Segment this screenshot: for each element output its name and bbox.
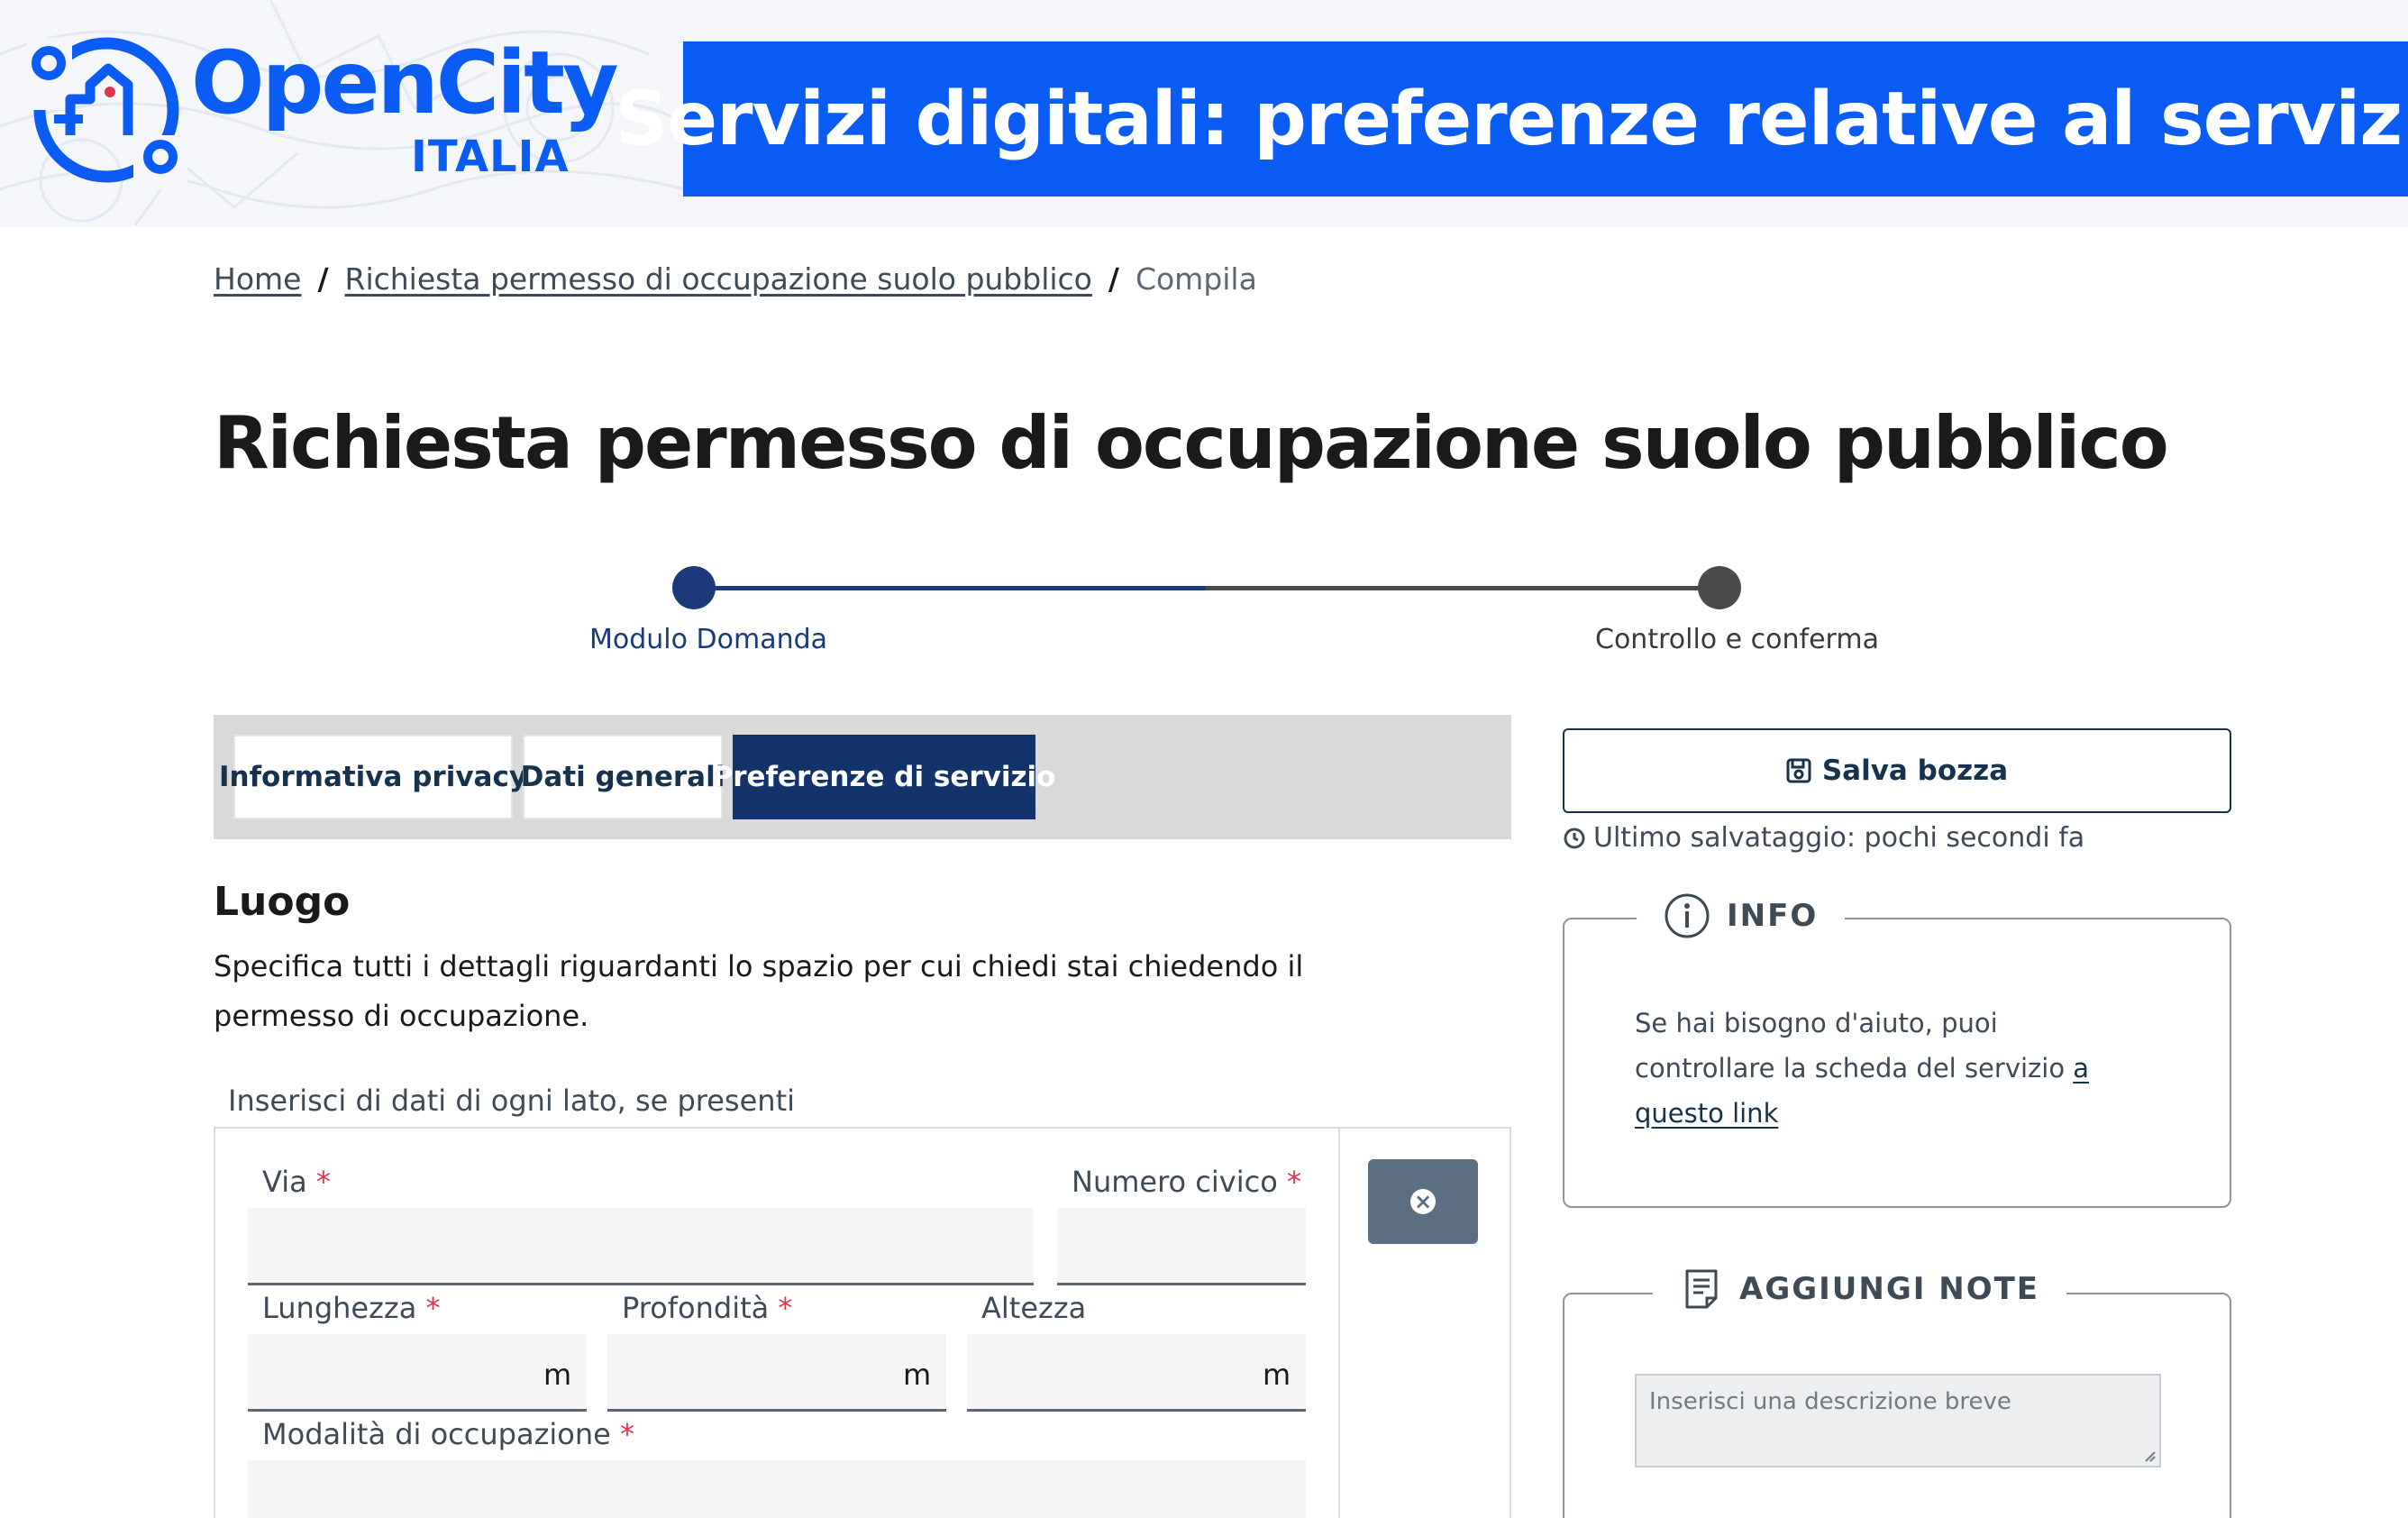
fieldset-legend: Inserisci di dati di ogni lato, se prese… — [228, 1084, 795, 1118]
notes-card-title: AGGIUNGI NOTE — [1739, 1271, 2040, 1307]
info-card-text: Se hai bisogno d'aiuto, puoi controllare… — [1635, 1001, 2139, 1136]
profondita-label-text: Profondità — [622, 1291, 770, 1325]
logo-wordmark: OpenCity — [191, 32, 619, 133]
info-card: INFO Se hai bisogno d'aiuto, puoi contro… — [1563, 892, 2231, 1208]
via-input[interactable] — [248, 1208, 1034, 1285]
notes-placeholder: Inserisci una descrizione breve — [1649, 1388, 2011, 1415]
lunghezza-label-text: Lunghezza — [262, 1291, 417, 1325]
modalita-input[interactable] — [248, 1460, 1306, 1518]
stepper-line-completed — [694, 586, 1206, 590]
breadcrumb-service-link[interactable]: Richiesta permesso di occupazione suolo … — [345, 261, 1092, 297]
note-icon — [1685, 1269, 1718, 1309]
notes-card: AGGIUNGI NOTE Inserisci una descrizione … — [1563, 1267, 2231, 1518]
numero-civico-label: Numero civico * — [1072, 1165, 1301, 1199]
fieldset-divider — [1338, 1129, 1340, 1518]
profondita-label: Profondità * — [622, 1291, 792, 1325]
floppy-disk-icon — [1786, 758, 1811, 783]
save-status: Ultimo salvataggio: pochi secondi fa — [1563, 822, 2084, 854]
page-title: Richiesta permesso di occupazione suolo … — [214, 401, 2169, 485]
tab-dati-generali[interactable]: Dati generali — [521, 735, 725, 819]
remove-row-button[interactable]: × — [1368, 1159, 1478, 1244]
logo-subtitle: ITALIA — [411, 132, 570, 182]
altezza-label: Altezza — [981, 1291, 1086, 1325]
section-description: Specifica tutti i dettagli riguardanti l… — [214, 949, 1304, 1033]
step-label-modulo-domanda: Modulo Domanda — [589, 624, 828, 655]
required-marker: * — [315, 1165, 331, 1199]
breadcrumb-separator: / — [1108, 261, 1119, 297]
step-label-controllo-conferma: Controllo e conferma — [1595, 624, 1879, 655]
modalita-label: Modalità di occupazione * — [262, 1417, 634, 1451]
altezza-unit: m — [1263, 1358, 1291, 1392]
notes-card-header: AGGIUNGI NOTE — [1653, 1267, 2067, 1311]
required-marker: * — [778, 1291, 793, 1325]
breadcrumb-separator: / — [317, 261, 329, 297]
progress-stepper: Modulo Domanda Controllo e conferma — [577, 559, 1879, 667]
save-status-text: Ultimo salvataggio: pochi secondi fa — [1593, 822, 2085, 854]
close-circle-icon: × — [1410, 1189, 1436, 1214]
notes-textarea[interactable]: Inserisci una descrizione breve — [1635, 1374, 2161, 1468]
numero-civico-label-text: Numero civico — [1072, 1165, 1278, 1199]
clock-icon — [1564, 828, 1585, 848]
numero-civico-input[interactable] — [1057, 1208, 1306, 1285]
info-card-title: INFO — [1727, 898, 1819, 934]
info-card-body: Se hai bisogno d'aiuto, puoi controllare… — [1635, 1008, 2074, 1084]
lunghezza-input[interactable] — [248, 1334, 587, 1412]
opencity-logo-icon — [27, 37, 187, 189]
resize-grip-icon[interactable] — [2141, 1448, 2156, 1462]
info-circle-icon — [1665, 893, 1710, 938]
stepper-line-pending — [1206, 586, 1721, 590]
banner-title-box: Servizi digitali: preferenze relative al… — [615, 41, 2408, 197]
lunghezza-label: Lunghezza * — [262, 1291, 440, 1325]
modalita-label-text: Modalità di occupazione — [262, 1417, 611, 1451]
altezza-label-text: Altezza — [981, 1291, 1087, 1325]
breadcrumb: Home / Richiesta permesso di occupazione… — [214, 261, 1257, 297]
lunghezza-unit: m — [543, 1358, 572, 1392]
required-marker: * — [1286, 1165, 1301, 1199]
step-dot-controllo-conferma — [1698, 566, 1741, 609]
breadcrumb-home-link[interactable]: Home — [214, 261, 301, 297]
save-draft-button[interactable]: Salva bozza — [1563, 728, 2231, 813]
step-dot-modulo-domanda — [672, 566, 716, 609]
save-draft-label: Salva bozza — [1821, 754, 2009, 787]
info-card-header: INFO — [1637, 892, 1846, 939]
location-fieldset: Via * Numero civico * Lunghezza * m Prof… — [214, 1127, 1511, 1518]
profondita-unit: m — [903, 1358, 932, 1392]
banner-title: Servizi digitali: preferenze relative al… — [615, 76, 2408, 162]
section-title: Luogo — [214, 879, 351, 925]
tab-preferenze-servizio[interactable]: Preferenze di servizio — [713, 735, 1055, 819]
via-label-text: Via — [262, 1165, 307, 1199]
breadcrumb-current: Compila — [1135, 261, 1257, 297]
header-banner: OpenCity ITALIA Servizi digitali: prefer… — [0, 0, 2408, 227]
profondita-input[interactable] — [607, 1334, 946, 1412]
required-marker: * — [425, 1291, 441, 1325]
opencity-logo[interactable]: OpenCity ITALIA — [27, 29, 619, 191]
required-marker: * — [619, 1417, 634, 1451]
tab-informativa-privacy[interactable]: Informativa privacy — [219, 735, 527, 819]
altezza-input[interactable] — [967, 1334, 1306, 1412]
via-label: Via * — [262, 1165, 331, 1199]
form-tabs: Informativa privacy Dati generali Prefer… — [214, 715, 1511, 839]
